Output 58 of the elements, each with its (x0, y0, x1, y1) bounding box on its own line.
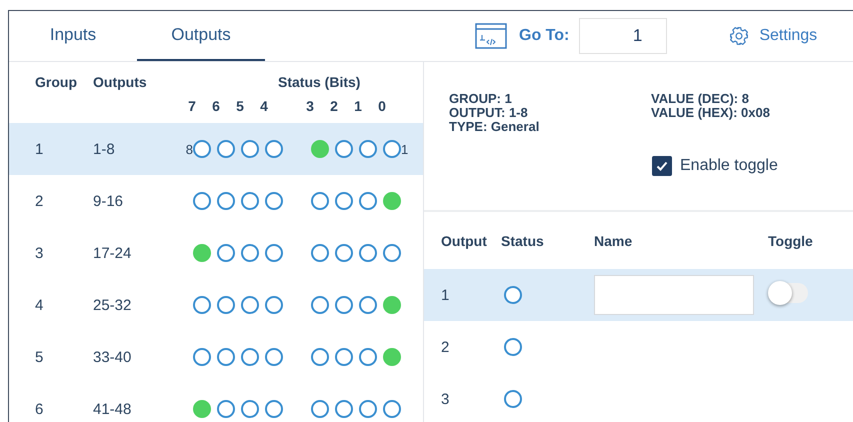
table-cell-text: 1-8 (93, 140, 116, 158)
bit-label: 1 (401, 142, 410, 156)
name-field[interactable] (594, 275, 754, 315)
bit-header: 0 (377, 98, 387, 114)
bit-header: 7 (187, 98, 197, 114)
detail-text: VALUE (DEC): 8 (651, 92, 750, 106)
goto-label: Go To: (519, 27, 570, 45)
goto-field[interactable]: 1 (579, 18, 668, 54)
table-cell-text: 4 (34, 296, 44, 314)
detail-text: GROUP: 1 (449, 92, 513, 106)
column-header: Outputs (93, 74, 148, 92)
bit-header: 4 (259, 98, 269, 114)
table-cell-text: 1 (34, 140, 44, 158)
output-row[interactable]: 3 (424, 373, 853, 422)
output-row[interactable]: 2 (424, 321, 853, 373)
column-header: Toggle (768, 232, 814, 248)
checkbox-label: Enable toggle (680, 157, 778, 175)
settings-icon (729, 26, 750, 46)
group-row[interactable]: 2 9-16 (9, 175, 423, 227)
table-cell-text: 33-40 (93, 348, 132, 366)
table-cell-text: 1 (440, 286, 450, 304)
group-row[interactable]: 4 25-32 (9, 279, 423, 331)
column-header: Group (34, 74, 78, 92)
detail-text: OUTPUT: 1-8 (449, 106, 529, 120)
table-cell-text: 41-48 (93, 400, 132, 418)
detail-text: VALUE (HEX): 0x08 (651, 106, 771, 120)
group-row[interactable]: 6 41-48 (9, 383, 423, 422)
group-row[interactable]: 5 33-40 (9, 331, 423, 383)
bit-label: 8 (184, 142, 193, 156)
group-row[interactable]: 1 1-8 8 1 (9, 123, 423, 175)
table-cell-text: 5 (34, 348, 44, 366)
table-cell-text: 17-24 (93, 244, 132, 262)
bit-header: 1 (353, 98, 363, 114)
table-cell-text: 25-32 (93, 296, 132, 314)
bit-header: 2 (329, 98, 339, 114)
checkbox[interactable] (652, 156, 672, 176)
table-cell-text: 3 (440, 390, 450, 408)
detail-text: TYPE: General (449, 120, 540, 134)
column-header: Output (440, 232, 486, 248)
bit-header: 5 (235, 98, 245, 114)
table-cell-text: 6 (34, 400, 44, 418)
table-cell-text: 3 (34, 244, 44, 262)
toggle-switch[interactable] (768, 282, 808, 302)
column-header: Status (500, 232, 545, 248)
bit-header: 6 (211, 98, 221, 114)
output-row[interactable]: 1 (424, 269, 853, 321)
settings-button[interactable]: Settings (729, 26, 818, 46)
tab[interactable]: Outputs (137, 11, 265, 61)
column-header: Name (594, 232, 634, 248)
checkmark-icon (655, 159, 669, 173)
tab[interactable]: Inputs (9, 11, 137, 61)
group-row[interactable]: 3 17-24 (9, 227, 423, 279)
bit-header: 3 (305, 98, 315, 114)
code-window-icon[interactable] (475, 23, 507, 49)
table-cell-text: 2 (34, 192, 44, 210)
table-cell-text: 9-16 (93, 192, 124, 210)
column-header: Status (Bits) (278, 74, 360, 90)
table-cell-text: 2 (440, 338, 450, 356)
